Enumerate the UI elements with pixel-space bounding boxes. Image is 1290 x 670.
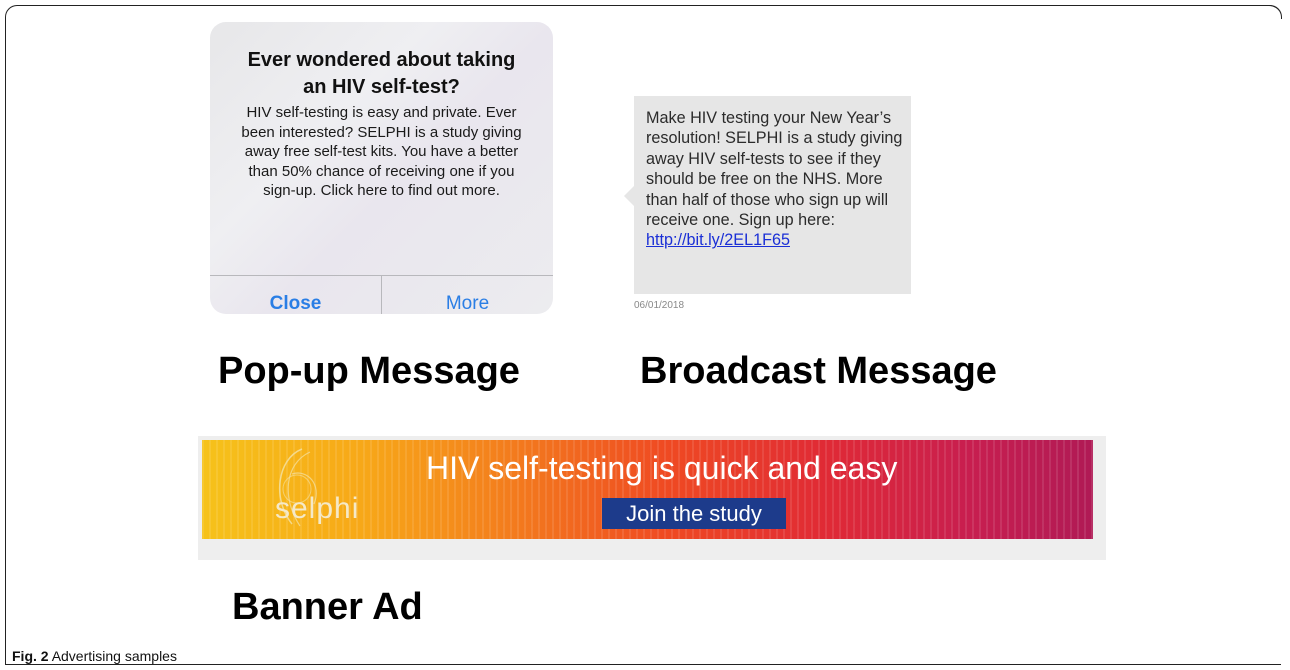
more-button[interactable]: More [382, 276, 553, 314]
banner-ad: HIV self-testing is quick and easy selph… [198, 436, 1106, 560]
popup-title: Ever wondered about taking an HIV self-t… [247, 49, 516, 98]
join-study-button[interactable]: Join the study [602, 498, 786, 529]
popup-message: Ever wondered about taking an HIV self-t… [210, 22, 553, 314]
sms-bubble-tail [624, 186, 634, 206]
figure-frame-corner [1268, 5, 1282, 19]
broadcast-caption: Broadcast Message [640, 350, 997, 392]
close-button[interactable]: Close [210, 276, 381, 314]
banner-caption: Banner Ad [232, 586, 423, 628]
figure-label: Fig. 2 [12, 648, 49, 664]
banner-headline: HIV self-testing is quick and easy [426, 450, 898, 486]
popup-body: HIV self-testing is easy and private. Ev… [241, 104, 522, 200]
popup-caption: Pop-up Message [218, 350, 520, 392]
figure-caption-text: Advertising samples [51, 648, 177, 664]
banner-graphic[interactable]: HIV self-testing is quick and easy selph… [202, 440, 1093, 539]
broadcast-message-body: Make HIV testing your New Year’s resolut… [646, 109, 903, 230]
figure-caption: Fig. 2 Advertising samples [12, 648, 177, 664]
broadcast-link[interactable]: http://bit.ly/2EL1F65 [646, 231, 790, 249]
broadcast-message-text: Make HIV testing your New Year’s resolut… [646, 108, 908, 251]
message-date: 06/01/2018 [634, 300, 685, 311]
selphi-logo: selphi [275, 492, 360, 525]
broadcast-message-bubble: Make HIV testing your New Year’s resolut… [634, 96, 911, 294]
